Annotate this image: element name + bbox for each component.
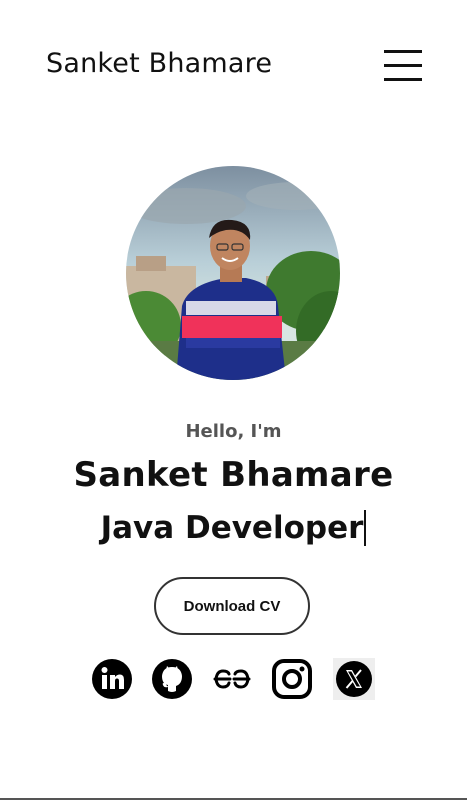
linkedin-icon[interactable]	[91, 658, 133, 700]
geeksforgeeks-icon[interactable]	[211, 658, 253, 700]
profile-photo	[126, 166, 340, 380]
instagram-icon[interactable]	[271, 658, 313, 700]
hero-name: Sanket Bhamare	[73, 455, 394, 495]
hamburger-menu-icon[interactable]	[384, 50, 422, 82]
greeting-text: Hello, I'm	[185, 421, 282, 442]
download-cv-button[interactable]: Download CV	[154, 577, 310, 635]
github-icon[interactable]	[151, 658, 193, 700]
social-links	[0, 658, 467, 700]
role-title: Java Developer	[100, 510, 367, 546]
x-twitter-icon[interactable]	[333, 658, 375, 700]
site-brand[interactable]: Sanket Bhamare	[46, 48, 272, 79]
